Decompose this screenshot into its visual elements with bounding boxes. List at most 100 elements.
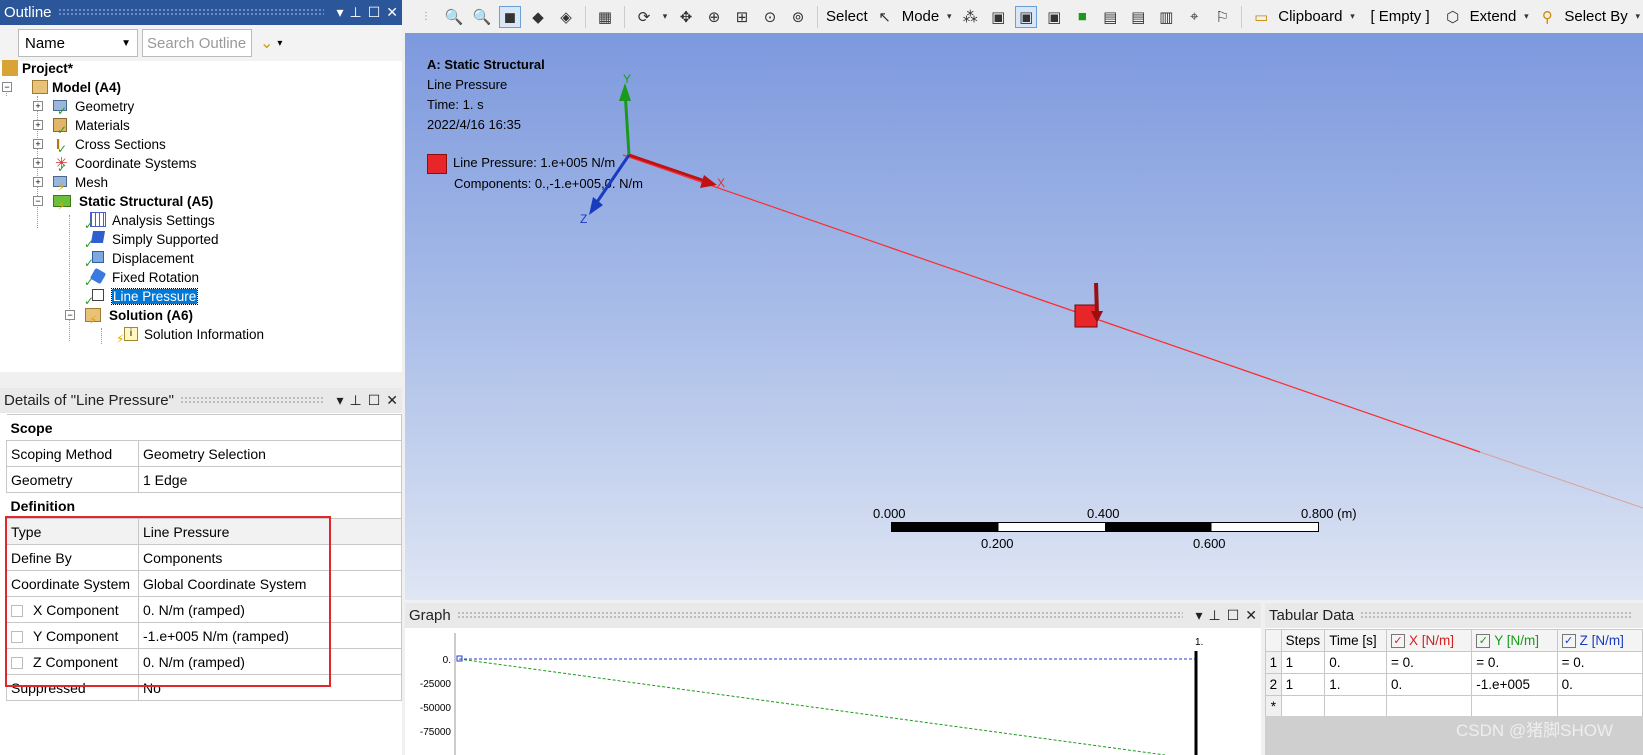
select-edge-icon[interactable]: ▣ <box>987 6 1009 28</box>
expand-icon[interactable]: + <box>33 101 43 111</box>
row-x-component[interactable]: X Component 0. N/m (ramped) <box>6 596 402 623</box>
box-view-icon[interactable]: ◆ <box>527 6 549 28</box>
cursor-icon[interactable]: ↖ <box>874 6 896 28</box>
collapse-icon[interactable]: − <box>65 310 75 320</box>
display-edges-icon[interactable]: ◈ <box>555 6 577 28</box>
group-definition[interactable]: Definition <box>6 492 402 519</box>
mode-button[interactable]: Mode <box>902 8 940 25</box>
tree-solution[interactable]: − ⚡ Solution (A6) <box>65 305 193 327</box>
table-row[interactable]: 2 1 1. 0. -1.e+005 0. <box>1265 673 1643 696</box>
beam-edge[interactable] <box>622 154 1481 453</box>
box-zoom-icon[interactable]: ⊞ <box>731 6 753 28</box>
tree-simply-supported[interactable]: ✓ Simply Supported <box>84 229 219 251</box>
y-component-checkbox[interactable] <box>11 630 23 643</box>
magnifier-icon[interactable]: ⊚ <box>787 6 809 28</box>
tree-materials[interactable]: + ✓ Materials <box>33 115 130 137</box>
row-y-component[interactable]: Y Component -1.e+005 N/m (ramped) <box>6 622 402 649</box>
header-x[interactable]: ✓ X [N/m] <box>1385 629 1473 652</box>
zoom-in-icon[interactable]: 🔍 <box>443 6 465 28</box>
drag-handle[interactable] <box>57 8 325 17</box>
tree-mesh[interactable]: + ⚡ Mesh <box>33 172 108 194</box>
expand-filter-icon[interactable]: ⌄ <box>260 33 273 53</box>
tree-coordinate-systems[interactable]: + ✳ ✓ Coordinate Systems <box>33 153 197 175</box>
clipboard-button[interactable]: Clipboard <box>1278 8 1342 25</box>
zoom-out-icon[interactable]: 🔍 <box>471 6 493 28</box>
tree-line-pressure[interactable]: ✓ Line Pressure <box>84 286 199 308</box>
tree-solution-information[interactable]: i ⚡ Solution Information <box>116 324 264 347</box>
drag-handle[interactable] <box>1360 611 1633 620</box>
rotate-icon[interactable]: ⟳ <box>633 6 655 28</box>
drag-handle[interactable] <box>179 396 325 405</box>
expand-icon[interactable]: + <box>33 177 43 187</box>
group-scope[interactable]: Scope <box>6 414 402 441</box>
select-vertex-icon[interactable]: ⁂ <box>959 6 981 28</box>
clipboard-icon[interactable]: ▭ <box>1250 6 1272 28</box>
maximize-icon[interactable]: ☐ <box>1227 607 1240 624</box>
name-filter-select[interactable]: Name ▼ <box>18 29 138 57</box>
row-type[interactable]: Type Line Pressure <box>6 518 402 545</box>
drag-handle[interactable] <box>456 611 1184 620</box>
tree-static-structural[interactable]: − ⚡ Static Structural (A5) <box>33 191 213 213</box>
solid-view-icon[interactable]: ◼ <box>499 5 521 28</box>
select-node-icon[interactable]: ▤ <box>1099 6 1121 28</box>
z-component-checkbox[interactable] <box>11 656 23 669</box>
select-element-icon[interactable]: ■ <box>1071 6 1093 28</box>
header-z[interactable]: ✓ Z [N/m] <box>1556 629 1643 652</box>
table-new-row[interactable]: * <box>1265 695 1643 718</box>
select-face-icon[interactable]: ▣ <box>1015 5 1038 28</box>
search-outline-input[interactable]: Search Outline <box>142 29 252 57</box>
view-group-icon[interactable]: ▦ <box>594 6 616 28</box>
tree-geometry[interactable]: + ✓ Geometry <box>33 96 134 118</box>
row-define-by[interactable]: Define By Components <box>6 544 402 571</box>
collapse-icon[interactable]: − <box>33 196 43 206</box>
pan-icon[interactable]: ✥ <box>675 6 697 28</box>
graphics-viewport[interactable]: A: Static Structural Line Pressure Time:… <box>405 33 1643 600</box>
table-row[interactable]: 1 1 0. = 0. = 0. = 0. <box>1265 651 1643 674</box>
select-mesh-icon[interactable]: ▤ <box>1127 6 1149 28</box>
dropdown-arrow-icon[interactable]: ▾ <box>277 38 282 49</box>
zoom-fit-icon[interactable]: ⊙ <box>759 6 781 28</box>
tree-analysis-settings[interactable]: ✓ Analysis Settings <box>84 210 215 232</box>
rotate-dropdown-icon[interactable]: ▾ <box>661 6 669 28</box>
row-scoping-method[interactable]: Scoping Method Geometry Selection <box>6 440 402 467</box>
select-body-icon[interactable]: ▣ <box>1043 6 1065 28</box>
expand-icon[interactable]: + <box>33 158 43 168</box>
close-icon[interactable]: ✕ <box>386 4 398 21</box>
clipboard-dropdown-icon[interactable]: ▾ <box>1348 6 1356 28</box>
header-y[interactable]: ✓ Y [N/m] <box>1471 629 1558 652</box>
select-button[interactable]: Select <box>826 8 868 25</box>
maximize-icon[interactable]: ☐ <box>368 392 381 409</box>
collapse-icon[interactable]: − <box>2 82 12 92</box>
row-coordinate-system[interactable]: Coordinate System Global Coordinate Syste… <box>6 570 402 597</box>
select-by-dropdown-icon[interactable]: ▾ <box>1634 6 1642 28</box>
tree-cross-sections[interactable]: + I ✓ Cross Sections <box>33 134 166 156</box>
expand-icon[interactable]: + <box>33 139 43 149</box>
pin-icon[interactable]: ⊥ <box>350 392 362 409</box>
select-by-icon[interactable]: ⚲ <box>1536 6 1558 28</box>
close-icon[interactable]: ✕ <box>1245 607 1257 624</box>
dropdown-icon[interactable]: ▾ <box>336 392 343 409</box>
select-by-button[interactable]: Select By <box>1564 8 1627 25</box>
close-icon[interactable]: ✕ <box>386 392 398 409</box>
tree-model[interactable]: − Model (A4) <box>2 77 121 97</box>
pin-icon[interactable]: ⊥ <box>350 4 362 21</box>
pin-icon[interactable]: ⊥ <box>1209 607 1221 624</box>
pick-icon[interactable]: ⚐ <box>1211 6 1233 28</box>
mode-dropdown-icon[interactable]: ▾ <box>945 6 953 28</box>
row-geometry[interactable]: Geometry 1 Edge <box>6 466 402 493</box>
x-component-checkbox[interactable] <box>11 604 23 617</box>
expand-icon[interactable]: + <box>33 120 43 130</box>
tree-project[interactable]: Project* <box>2 58 73 78</box>
extend-dropdown-icon[interactable]: ▾ <box>1522 6 1530 28</box>
x-series-checkbox[interactable]: ✓ <box>1390 634 1405 649</box>
load-graph[interactable]: 1. 0. -25000 -50000 -75000 <box>405 629 1261 755</box>
dropdown-icon[interactable]: ▾ <box>1195 607 1202 624</box>
maximize-icon[interactable]: ☐ <box>368 4 381 21</box>
select-element-face-icon[interactable]: ▥ <box>1155 6 1177 28</box>
z-series-checkbox[interactable]: ✓ <box>1561 634 1576 649</box>
y-series-checkbox[interactable]: ✓ <box>1476 634 1491 649</box>
extend-button[interactable]: Extend <box>1470 8 1517 25</box>
coordinate-select-icon[interactable]: ⌖ <box>1183 6 1205 28</box>
row-suppressed[interactable]: Suppressed No <box>6 674 402 701</box>
dropdown-icon[interactable]: ▾ <box>336 4 343 21</box>
